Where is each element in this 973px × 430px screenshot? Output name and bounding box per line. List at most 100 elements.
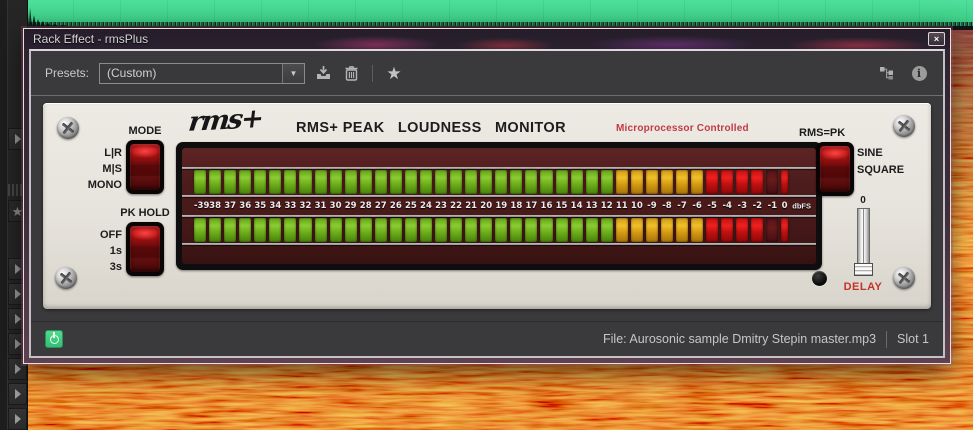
close-button[interactable]: × [928, 32, 945, 46]
star-icon: ★ [386, 63, 402, 83]
meter-led-green [359, 170, 372, 194]
meter-led-green [450, 170, 463, 194]
save-preset-button[interactable] [313, 63, 333, 83]
host-slot-button[interactable] [8, 408, 27, 430]
meter-scale-label: 24 [420, 201, 432, 211]
meter-led-green [359, 218, 372, 242]
meter-led-red [706, 170, 719, 194]
meter-led-green [600, 218, 613, 242]
meter-scale-label: 36 [239, 201, 252, 211]
level-meter-bezel: -39 38 37 36 35 34 33 32 31 30 29 28 27 26 25 24 23 22 21 2… [176, 142, 822, 270]
pk-hold-option-1s: 1s [109, 245, 122, 257]
delay-fader-group: 0 DELAY [844, 195, 882, 293]
mode-options: L|R M|S MONO [43, 147, 122, 191]
file-name-text: File: Aurosonic sample Dmitry Stepin mas… [603, 332, 877, 346]
meter-led-green [510, 170, 523, 194]
meter-scale-label: 16 [540, 201, 553, 211]
meter-scale-label: 33 [284, 201, 297, 211]
meter-led-green [495, 170, 508, 194]
meter-led-red [751, 218, 764, 242]
meter-scale-label: 38 [209, 201, 222, 211]
meter-scale-label: 26 [389, 201, 402, 211]
meter-led-yellow [660, 218, 673, 242]
rms-pk-switch[interactable] [816, 142, 854, 196]
meter-led-green [194, 218, 207, 242]
routing-button[interactable] [877, 63, 897, 83]
meter-padding [182, 245, 816, 264]
mode-option-lr: L|R [104, 147, 122, 159]
meter-led-green [419, 218, 432, 242]
meter-scale-label: -5 [707, 201, 717, 211]
toolbar-separator [372, 64, 374, 82]
triangle-icon [14, 264, 21, 274]
meter-scale-label: 37 [224, 201, 237, 211]
meter-scale-label: 34 [269, 201, 282, 211]
meter-scale: -39 38 37 36 35 34 33 32 31 30 29 28 27 26 25 24 23 22 21 2… [182, 197, 816, 215]
pk-hold-label: PK HOLD [120, 207, 170, 219]
meter-led-green [450, 218, 463, 242]
meter-scale-label: 28 [359, 201, 372, 211]
dialog-titlebar[interactable]: Rack Effect - rmsPlus × [24, 29, 950, 49]
favorite-button[interactable]: ★ [384, 63, 404, 83]
meter-scale-label: 14 [570, 201, 583, 211]
pk-hold-switch[interactable] [126, 222, 164, 276]
meter-led-green [299, 218, 312, 242]
meter-led-green [314, 170, 327, 194]
meter-led-red [781, 170, 788, 194]
triangle-icon [14, 339, 21, 349]
meter-led-red [751, 170, 764, 194]
host-slot-button[interactable] [8, 383, 27, 405]
meter-scale-label: 0 [781, 201, 788, 211]
dialog-title: Rack Effect - rmsPlus [33, 32, 149, 46]
meter-led-green [344, 170, 357, 194]
meter-led-green [495, 218, 508, 242]
meter-led-green [299, 170, 312, 194]
meter-unit-label: dbFS [792, 201, 811, 211]
preset-dropdown[interactable]: (Custom) ▼ [99, 62, 306, 84]
meter-led-green [284, 170, 297, 194]
level-meter: -39 38 37 36 35 34 33 32 31 30 29 28 27 26 25 24 23 22 21 2… [182, 148, 816, 264]
screw-icon [57, 117, 79, 139]
meter-led-green [209, 170, 222, 194]
meter-padding [182, 148, 816, 167]
meter-scale-label: 32 [299, 201, 312, 211]
rms-pk-options: SINE SQUARE [857, 147, 913, 176]
meter-led-yellow [660, 170, 673, 194]
save-icon [316, 66, 330, 79]
delay-fader-track[interactable] [853, 208, 873, 276]
meter-led-yellow [615, 218, 628, 242]
meter-led-yellow [691, 170, 704, 194]
preset-dropdown-value: (Custom) [107, 66, 157, 80]
presets-label: Presets: [45, 66, 90, 80]
meter-led-green [540, 170, 553, 194]
meter-scale-label: 12 [600, 201, 613, 211]
meter-scale-label: 31 [314, 201, 327, 211]
meter-led-yellow [645, 170, 658, 194]
meter-scale-label: 29 [344, 201, 357, 211]
info-button[interactable]: i [909, 63, 929, 83]
meter-led-green [374, 170, 387, 194]
routing-icon [880, 67, 893, 80]
meter-led-red [766, 218, 779, 242]
meter-scale-label: 18 [510, 201, 523, 211]
power-toggle-button[interactable] [45, 330, 63, 348]
mode-switch[interactable] [126, 140, 164, 194]
meter-led-red [721, 218, 734, 242]
delay-fader-handle[interactable] [853, 263, 873, 276]
presets-toolbar: Presets: (Custom) ▼ ★ i [31, 51, 943, 96]
rms-pk-option-sine: SINE [857, 147, 883, 159]
meter-led-green [284, 218, 297, 242]
meter-led-green [435, 170, 448, 194]
pk-hold-switch-face [130, 226, 160, 272]
meter-led-yellow [676, 170, 689, 194]
meter-led-green [570, 218, 583, 242]
meter-scale-label: 22 [450, 201, 463, 211]
meter-led-green [585, 170, 598, 194]
screw-icon [893, 267, 915, 289]
delete-preset-button[interactable] [341, 63, 361, 83]
chevron-down-icon[interactable]: ▼ [282, 63, 305, 83]
meter-led-green [480, 170, 493, 194]
meter-scale-label: 25 [404, 201, 417, 211]
meter-scale-label: -6 [692, 201, 702, 211]
meter-row-right [182, 217, 816, 243]
